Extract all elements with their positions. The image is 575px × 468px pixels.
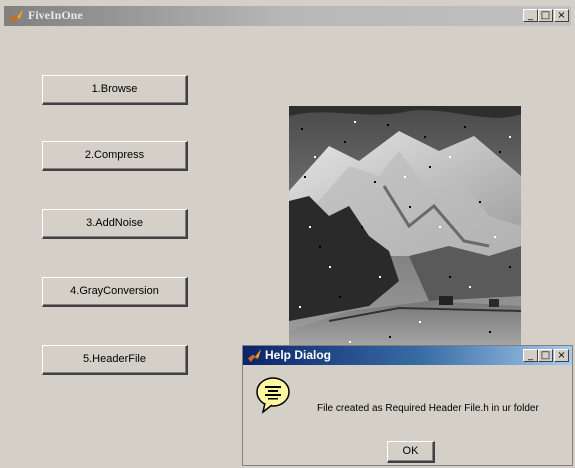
help-dialog-titlebar[interactable]: Help Dialog _ □ ×	[243, 346, 572, 365]
add-noise-button-label: 3.AddNoise	[86, 217, 143, 229]
close-button[interactable]: ×	[554, 9, 569, 22]
window-titlebar[interactable]: FiveInOne _ □ ×	[4, 6, 571, 26]
header-file-button-label: 5.HeaderFile	[83, 353, 146, 365]
window-title: FiveInOne	[28, 8, 83, 22]
ok-button[interactable]: OK	[387, 441, 435, 463]
gray-conversion-button[interactable]: 4.GrayConversion	[42, 277, 188, 307]
compress-button-label: 2.Compress	[84, 149, 145, 161]
fiveinone-window: FiveInOne _ □ × 1.Browse 2.Compress 3.Ad…	[0, 0, 575, 468]
dialog-minimize-button[interactable]: _	[523, 349, 538, 362]
help-dialog: Help Dialog _ □ × File created as Requir…	[242, 345, 573, 466]
matlab-logo-icon	[247, 348, 262, 363]
compress-button[interactable]: 2.Compress	[42, 141, 188, 171]
noisy-grayscale-image	[289, 106, 521, 352]
dialog-maximize-button[interactable]: □	[538, 349, 553, 362]
dialog-close-button[interactable]: ×	[554, 349, 569, 362]
add-noise-button[interactable]: 3.AddNoise	[42, 209, 188, 239]
browse-button-label: 1.Browse	[91, 83, 138, 95]
browse-button[interactable]: 1.Browse	[42, 75, 188, 105]
help-dialog-message: File created as Required Header File.h i…	[317, 403, 539, 414]
help-speech-bubble-icon	[256, 377, 290, 414]
header-file-button[interactable]: 5.HeaderFile	[42, 345, 188, 375]
help-dialog-title: Help Dialog	[265, 348, 332, 362]
gray-conversion-button-label: 4.GrayConversion	[70, 285, 159, 297]
matlab-logo-icon	[9, 9, 23, 23]
minimize-button[interactable]: _	[523, 9, 538, 22]
maximize-button[interactable]: □	[538, 9, 553, 22]
ok-button-label: OK	[402, 445, 419, 457]
